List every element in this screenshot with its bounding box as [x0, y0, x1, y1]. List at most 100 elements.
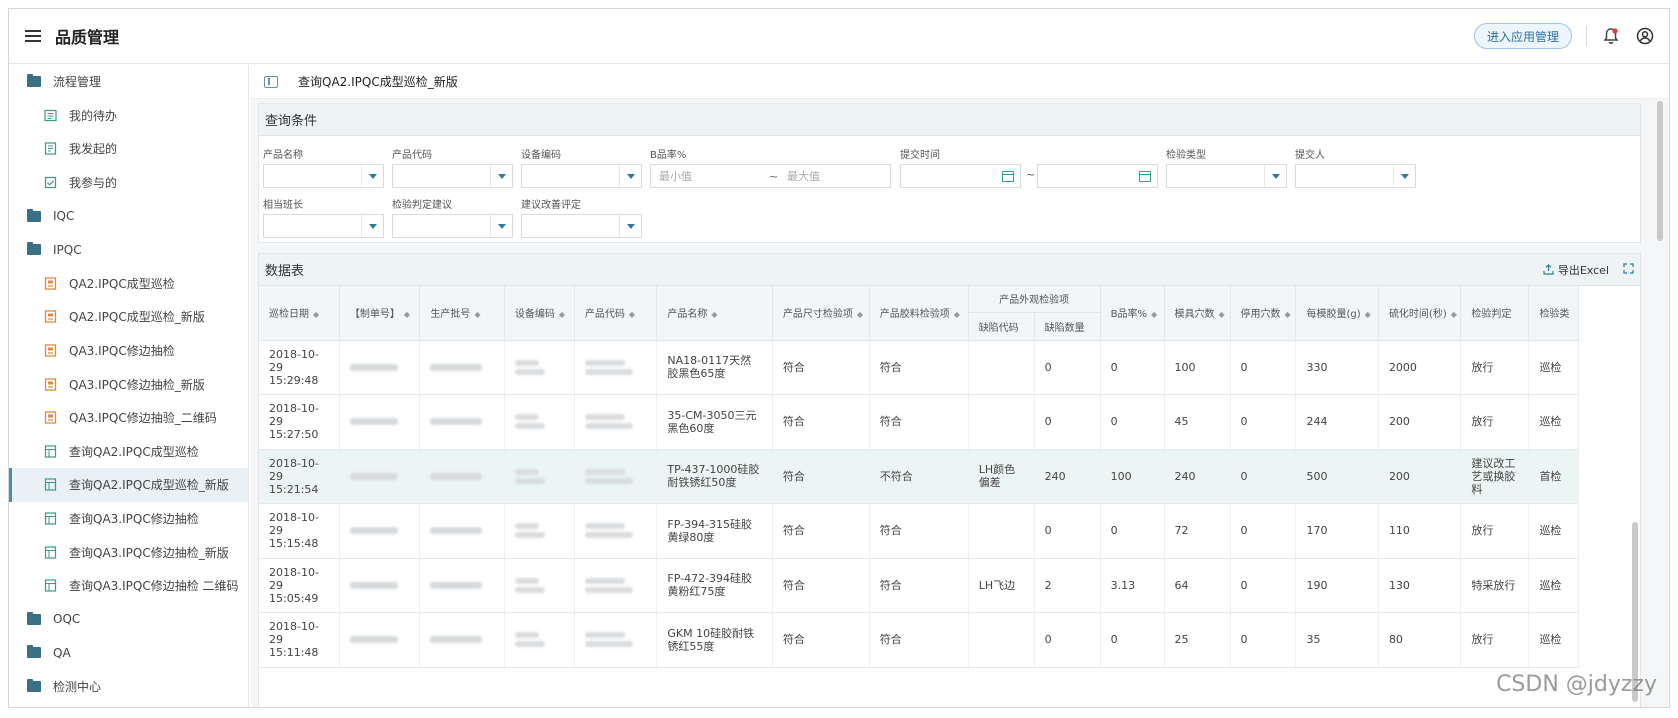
sidebar-item[interactable]: 我的待办	[9, 99, 248, 133]
column-header[interactable]: 缺陷数量	[1034, 312, 1101, 341]
product-code-select[interactable]	[392, 164, 513, 188]
sidebar-item[interactable]: QA3.IPQC修边抽验_二维码	[9, 401, 248, 435]
column-header[interactable]: 【制单号】 ◆	[339, 286, 421, 341]
chevron-down-icon[interactable]	[1264, 165, 1286, 187]
judge-suggest-select[interactable]	[392, 214, 513, 238]
sidebar-item[interactable]: 查询QA3.IPQC修边抽检	[9, 502, 248, 536]
chevron-down-icon[interactable]	[619, 215, 641, 237]
enter-app-management-button[interactable]: 进入应用管理	[1473, 23, 1572, 49]
menu-icon[interactable]	[25, 30, 41, 42]
column-header[interactable]: 模具穴数 ◆	[1164, 286, 1231, 341]
sidebar-item[interactable]: IQC	[9, 199, 248, 233]
user-account-icon[interactable]	[1635, 26, 1655, 46]
sidebar-item[interactable]: 查询QA2.IPQC成型巡检	[9, 435, 248, 469]
chevron-down-icon[interactable]	[361, 215, 383, 237]
query-panel: 查询条件 产品名称 产品代码 设备编码 B品率% 最小值 ~ 最大值 提交时间 …	[258, 103, 1641, 243]
table-cell-stopped: 0	[1230, 612, 1297, 668]
sidebar-item[interactable]: 查询QA3.IPQC修边抽检_新版	[9, 535, 248, 569]
sort-icon[interactable]: ◆	[711, 310, 717, 319]
chevron-down-icon[interactable]	[1393, 165, 1415, 187]
sidebar-item[interactable]: QA2.IPQC成型巡检_新版	[9, 300, 248, 334]
sidebar-item[interactable]: 我参与的	[9, 166, 248, 200]
sidebar-item[interactable]: QA2.IPQC成型巡检	[9, 267, 248, 301]
submit-time-start-input[interactable]	[900, 164, 1021, 188]
table-cell-size: 符合	[772, 503, 870, 559]
sidebar-item[interactable]: 查询QA3.IPQC修边抽检 二维码	[9, 569, 248, 603]
column-header[interactable]: 检验判定	[1460, 286, 1530, 341]
sort-icon[interactable]: ◆	[954, 310, 960, 319]
column-header[interactable]: 检验类	[1528, 286, 1579, 341]
sort-icon[interactable]: ◆	[1151, 310, 1157, 319]
device-code-select[interactable]	[521, 164, 642, 188]
sidebar-item[interactable]: QA3.IPQC修边抽检	[9, 334, 248, 368]
table-row[interactable]: 2018-10-29 15:27:50 35-CM-3050三元黑色60度 符合 符合…	[259, 394, 1579, 450]
submit-time-end-input[interactable]	[1037, 164, 1158, 188]
sidebar-item[interactable]: 我发起的	[9, 132, 248, 166]
column-header[interactable]: 停用穴数 ◆	[1230, 286, 1297, 341]
sort-icon[interactable]: ◆	[474, 310, 480, 319]
b-rate-range-input[interactable]: 最小值 ~ 最大值	[650, 164, 891, 188]
sort-icon[interactable]: ◆	[559, 310, 565, 319]
sidebar-item[interactable]: QA	[9, 636, 248, 670]
sidebar-item[interactable]: IPQC	[9, 233, 248, 267]
calendar-icon[interactable]	[1002, 170, 1014, 182]
panel-toggle-icon[interactable]	[264, 75, 278, 88]
table-cell-glue: 不符合	[869, 449, 969, 504]
chevron-down-icon[interactable]	[490, 215, 512, 237]
table-row[interactable]: 2018-10-29 15:21:54 TP-437-1000硅胶耐铁锈红50度符…	[259, 449, 1579, 504]
column-header[interactable]: 产品胶料检验项 ◆	[869, 286, 969, 341]
sort-icon[interactable]: ◆	[313, 310, 319, 319]
table-cell-type: 巡检	[1528, 503, 1579, 559]
inspect-type-select[interactable]	[1166, 164, 1287, 188]
query-panel-title: 查询条件	[259, 104, 1640, 136]
column-header[interactable]: 产品尺寸检验项 ◆	[772, 286, 870, 341]
chevron-down-icon[interactable]	[361, 165, 383, 187]
table-row[interactable]: 2018-10-29 15:29:48 NA18-0117天然胶黑色65度 符合 符合…	[259, 340, 1579, 395]
column-header[interactable]: 生产批号 ◆	[419, 286, 505, 341]
column-header[interactable]: 每模胶量(g) ◆	[1295, 286, 1379, 341]
sidebar-item[interactable]: 检测中心	[9, 670, 248, 704]
sidebar-item-label: IPQC	[53, 242, 82, 257]
chevron-down-icon[interactable]	[490, 165, 512, 187]
sort-icon[interactable]: ◆	[857, 310, 863, 319]
sidebar-item[interactable]: 查询QA2.IPQC成型巡检_新版	[9, 468, 248, 502]
sort-icon[interactable]: ◆	[1365, 310, 1371, 319]
todo-icon	[43, 108, 57, 122]
sidebar-item[interactable]: QA3.IPQC修边抽检_新版	[9, 367, 248, 401]
improve-eval-select[interactable]	[521, 214, 642, 238]
folder-icon	[27, 242, 41, 257]
column-header-label: 每模胶量(g)	[1306, 309, 1361, 321]
redacted-cell	[419, 340, 505, 395]
b-rate-max-input[interactable]: 最大值	[787, 168, 820, 184]
column-header[interactable]: 设备编码 ◆	[504, 286, 575, 341]
column-header[interactable]: 产品名称 ◆	[656, 286, 773, 341]
submitter-select[interactable]	[1295, 164, 1416, 188]
notification-bell-icon[interactable]	[1601, 26, 1621, 46]
export-excel-button[interactable]: 导出Excel	[1543, 262, 1609, 278]
sort-icon[interactable]: ◆	[1219, 310, 1225, 319]
team-leader-select[interactable]	[263, 214, 384, 238]
column-header[interactable]: B品率% ◆	[1100, 286, 1165, 341]
page-scrollbar[interactable]	[1657, 101, 1663, 241]
top-bar: 品质管理 进入应用管理	[9, 9, 1669, 64]
column-header[interactable]: 巡检日期 ◆	[259, 286, 340, 341]
range-separator: ~	[769, 169, 779, 183]
product-name-select[interactable]	[263, 164, 384, 188]
sort-icon[interactable]: ◆	[404, 310, 410, 319]
sort-icon[interactable]: ◆	[1285, 310, 1291, 319]
table-row[interactable]: 2018-10-29 15:05:49 FP-472-394硅胶黄粉红75度 符合符…	[259, 558, 1579, 613]
sort-icon[interactable]: ◆	[629, 310, 635, 319]
column-header[interactable]: 产品代码 ◆	[574, 286, 658, 341]
chevron-down-icon[interactable]	[619, 165, 641, 187]
table-row[interactable]: 2018-10-29 15:15:48 FP-394-315硅胶黄绿80度 符合 符合…	[259, 503, 1579, 559]
calendar-icon[interactable]	[1139, 170, 1151, 182]
column-header[interactable]: 硫化时间(秒) ◆	[1378, 286, 1462, 341]
table-row[interactable]: 2018-10-29 15:11:48 GKM 10硅胶耐铁锈红55度 符合 符合 0 0…	[259, 612, 1579, 668]
column-header[interactable]: 缺陷代码	[968, 312, 1035, 341]
sort-icon[interactable]: ◆	[1451, 310, 1457, 319]
sidebar-item[interactable]: OQC	[9, 603, 248, 637]
b-rate-min-input[interactable]: 最小值	[659, 168, 692, 184]
sidebar-item[interactable]: 流程管理	[9, 65, 248, 99]
redacted-cell	[419, 449, 505, 504]
fullscreen-icon[interactable]	[1623, 262, 1634, 277]
